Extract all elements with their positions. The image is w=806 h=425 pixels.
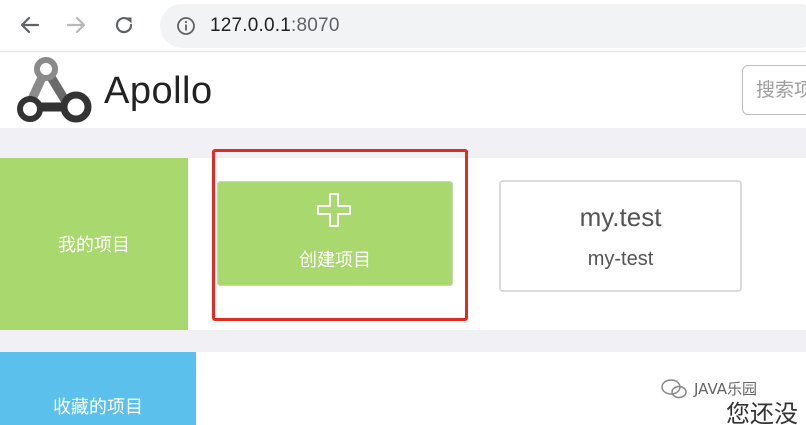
apollo-logo-icon[interactable] xyxy=(16,55,98,127)
arrow-left-icon xyxy=(20,16,40,34)
project-card[interactable]: my.test my-test xyxy=(499,180,742,292)
info-icon[interactable] xyxy=(176,16,196,36)
create-project-label: 创建项目 xyxy=(299,250,371,271)
forward-button[interactable] xyxy=(62,11,90,39)
app-header: Apollo xyxy=(0,52,806,128)
arrow-right-icon xyxy=(66,16,86,34)
url-port: :8070 xyxy=(291,15,340,36)
my-projects-label: 我的项目 xyxy=(0,158,188,330)
reload-icon xyxy=(115,16,133,34)
reload-button[interactable] xyxy=(110,11,138,39)
url-host: 127.0.0.1 xyxy=(210,15,292,36)
plus-icon xyxy=(317,193,351,227)
section-divider xyxy=(0,128,806,158)
back-button[interactable] xyxy=(16,11,44,39)
favorite-projects-label: 收藏的项目 xyxy=(0,352,196,425)
project-name: my.test xyxy=(579,202,662,232)
my-projects-section: 我的项目 创建项目 my.test my-test xyxy=(0,149,806,330)
search-box[interactable] xyxy=(742,65,806,115)
project-app-id: my-test xyxy=(587,248,654,270)
create-project-button[interactable]: 创建项目 xyxy=(217,181,453,286)
address-bar[interactable]: 127.0.0.1:8070 xyxy=(160,4,806,48)
app-name: Apollo xyxy=(104,70,213,112)
search-input[interactable] xyxy=(743,66,806,114)
browser-toolbar: 127.0.0.1:8070 xyxy=(0,0,806,52)
url-text[interactable]: 127.0.0.1:8070 xyxy=(210,15,340,37)
favorite-projects-section: 收藏的项目 xyxy=(0,352,806,425)
section-divider xyxy=(0,330,806,352)
